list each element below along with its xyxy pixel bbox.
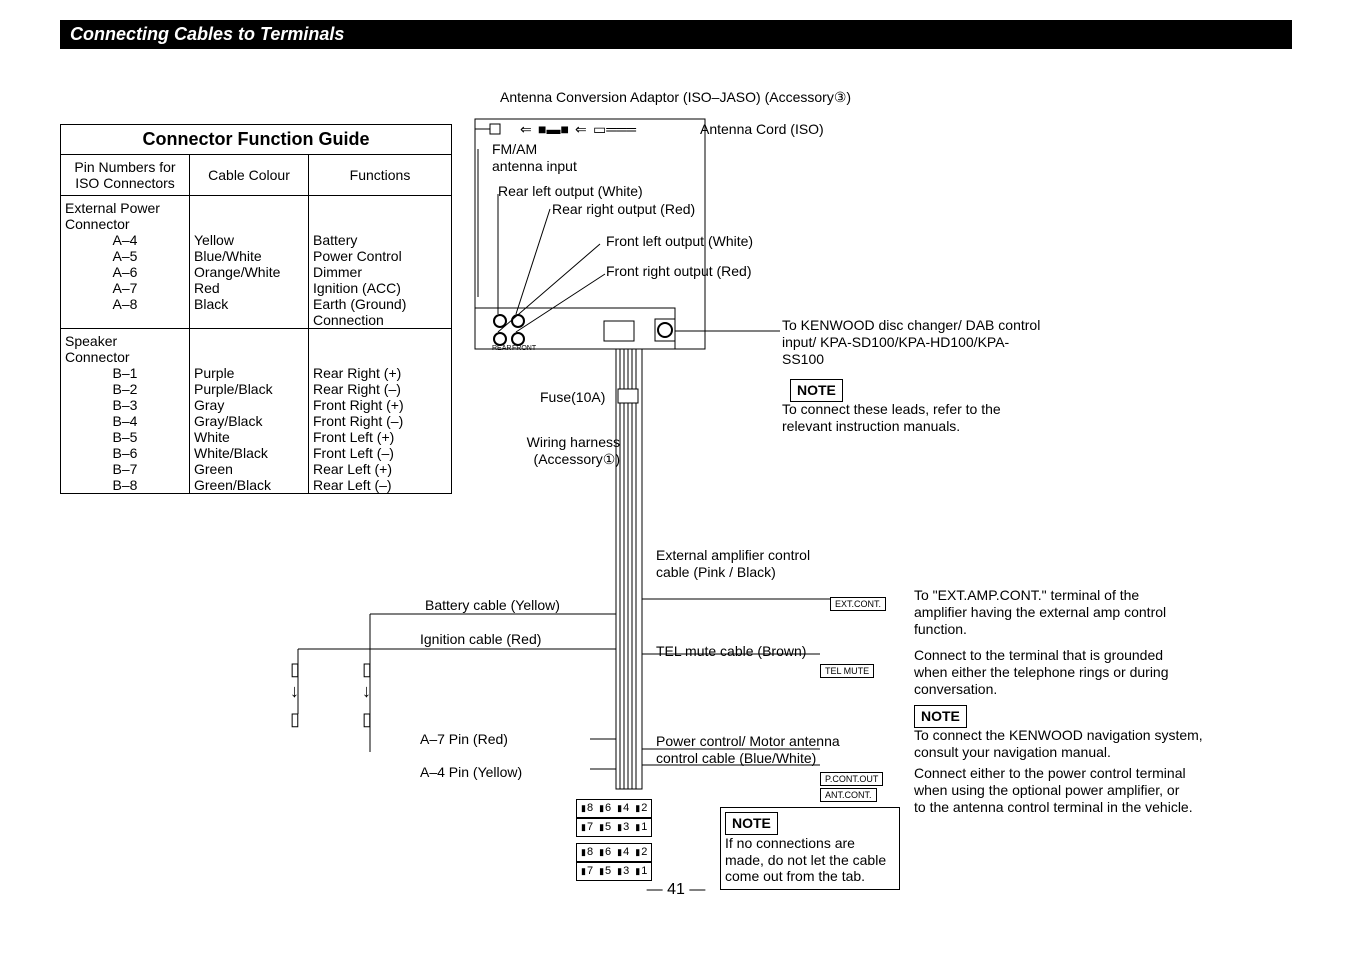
rear-right-out-label: Rear right output (Red) [552, 201, 695, 218]
page-number: — 41 — [647, 881, 706, 899]
front-right-out-label: Front right output (Red) [606, 263, 752, 280]
front-left-out-label: Front left output (White) [606, 233, 753, 250]
note-leads-text: To connect these leads, refer to the rel… [782, 401, 1042, 435]
section2-label: Speaker Connector [61, 329, 190, 366]
plug-icon: ▯↓ [290, 659, 300, 702]
fmam-label: FM/AM antenna input [492, 141, 582, 175]
section1-label: External Power Connector [61, 196, 190, 233]
col-pins: Pin Numbers for ISO Connectors [61, 155, 190, 196]
iso-connector-a: 8642 7531 [576, 799, 652, 837]
col-colour: Cable Colour [190, 155, 309, 196]
pwr-desc: Connect either to the power control term… [914, 765, 1194, 815]
tel-desc: Connect to the terminal that is grounded… [914, 647, 1194, 697]
page-body: ⇐ ■▬■ ⇐ ▭═══ Connector Function Guide Pi… [60, 49, 1292, 899]
guide-table: Pin Numbers for ISO Connectors Cable Col… [61, 154, 451, 493]
antenna-adaptor-label: Antenna Conversion Adaptor (ISO–JASO) (A… [500, 89, 851, 106]
fuse-label: Fuse(10A) [540, 389, 605, 406]
plug-icon: ▯↓ [362, 659, 372, 702]
to-kenwood-label: To KENWOOD disc changer/ DAB control inp… [782, 317, 1042, 367]
tag-pcont: P.CONT.OUT [820, 769, 883, 786]
tag-tel-mute: TEL MUTE [820, 661, 874, 678]
ext-amp-label: External amplifier control cable (Pink /… [656, 547, 836, 581]
iso-connector-b: 8642 7531 [576, 843, 652, 881]
antenna-cord-label: Antenna Cord (ISO) [700, 121, 824, 138]
tel-mute-label: TEL mute cable (Brown) [656, 643, 806, 660]
svg-text:▭═══: ▭═══ [593, 121, 636, 137]
note-box-1: NOTE [790, 379, 843, 402]
ignition-cable-label: Ignition cable (Red) [420, 631, 541, 648]
tag-ant: ANT.CONT. [820, 785, 877, 802]
ext-desc: To "EXT.AMP.CONT." terminal of the ampli… [914, 587, 1194, 637]
socket-icon: ▯ [290, 709, 300, 731]
a4-pin-label: A–4 Pin (Yellow) [420, 764, 522, 781]
socket-icon: ▯ [362, 709, 372, 731]
svg-text:■▬■: ■▬■ [538, 121, 569, 137]
note-box-nav: NOTE [914, 705, 967, 728]
connector-function-guide: Connector Function Guide Pin Numbers for… [60, 124, 452, 494]
front-port-label: FRONT [512, 345, 536, 353]
rear-port-label: REAR [492, 345, 511, 353]
guide-title: Connector Function Guide [61, 125, 451, 154]
note-no-connections: NOTE If no connections are made, do not … [720, 807, 900, 890]
power-control-label: Power control/ Motor antenna control cab… [656, 733, 856, 767]
tag-ext-cont: EXT.CONT. [830, 594, 886, 611]
a7-pin-label: A–7 Pin (Red) [420, 731, 508, 748]
nav-note: To connect the KENWOOD navigation system… [914, 727, 1204, 761]
svg-text:⇐: ⇐ [520, 121, 532, 137]
wiring-harness-label: Wiring harness (Accessory①) [510, 434, 620, 468]
col-func: Functions [309, 155, 452, 196]
svg-text:⇐: ⇐ [575, 121, 587, 137]
rear-left-out-label: Rear left output (White) [498, 183, 643, 200]
page-header: Connecting Cables to Terminals [60, 20, 1292, 49]
battery-cable-label: Battery cable (Yellow) [425, 597, 560, 614]
